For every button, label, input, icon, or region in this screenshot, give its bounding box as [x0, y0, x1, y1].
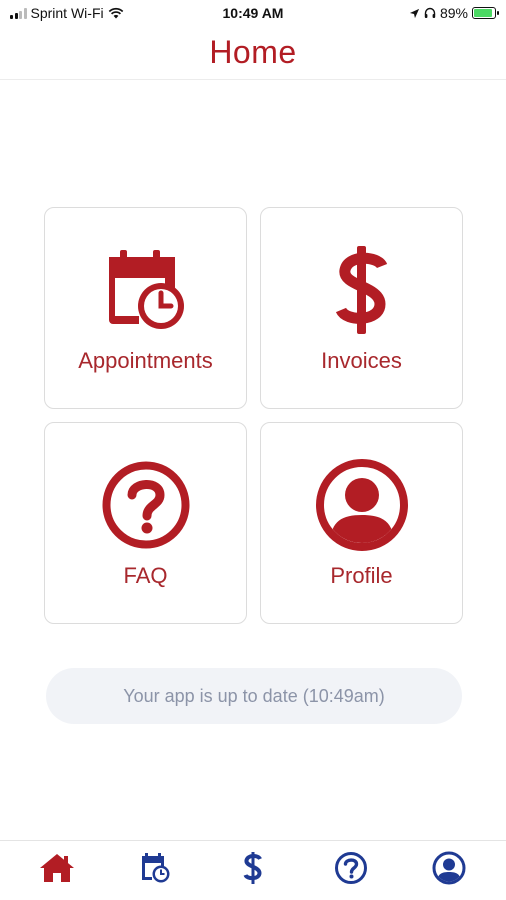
tab-faq[interactable]	[321, 844, 381, 892]
calendar-clock-icon	[98, 242, 194, 338]
status-bar: Sprint Wi-Fi 10:49 AM 89%	[0, 0, 506, 28]
tile-label-faq: FAQ	[123, 563, 168, 588]
dollar-sign-icon	[243, 851, 262, 884]
home-tile-grid: Appointments Invoices FAQ Profile	[44, 207, 464, 625]
tab-appointments[interactable]	[125, 844, 185, 892]
battery-charging-icon	[472, 7, 499, 19]
header: Home	[0, 28, 506, 80]
tab-profile[interactable]	[419, 844, 479, 892]
invoices-tile[interactable]: Invoices	[260, 207, 463, 409]
calendar-clock-icon	[142, 852, 170, 882]
update-status-banner: Your app is up to date (10:49am)	[46, 668, 462, 724]
bottom-tab-bar	[0, 840, 506, 900]
home-icon	[40, 853, 74, 882]
tile-label-appointments: Appointments	[78, 348, 213, 373]
appointments-tile[interactable]: Appointments	[44, 207, 247, 409]
question-circle-icon	[98, 457, 194, 553]
battery-percent: 89%	[439, 5, 468, 21]
tile-label-profile: Profile	[330, 563, 393, 588]
question-circle-icon	[335, 851, 367, 884]
location-arrow-icon	[409, 8, 420, 18]
tile-label-invoices: Invoices	[321, 348, 402, 373]
user-circle-icon	[432, 851, 466, 884]
page-title: Home	[209, 34, 297, 70]
user-circle-icon	[314, 457, 410, 553]
dollar-sign-icon	[314, 242, 410, 338]
headphones-icon	[424, 7, 436, 18]
profile-tile[interactable]: Profile	[260, 422, 463, 624]
status-right: 89%	[409, 5, 499, 21]
tab-home[interactable]	[27, 844, 87, 892]
battery-fill	[474, 9, 492, 17]
faq-tile[interactable]: FAQ	[44, 422, 247, 624]
tab-invoices[interactable]	[223, 844, 283, 892]
